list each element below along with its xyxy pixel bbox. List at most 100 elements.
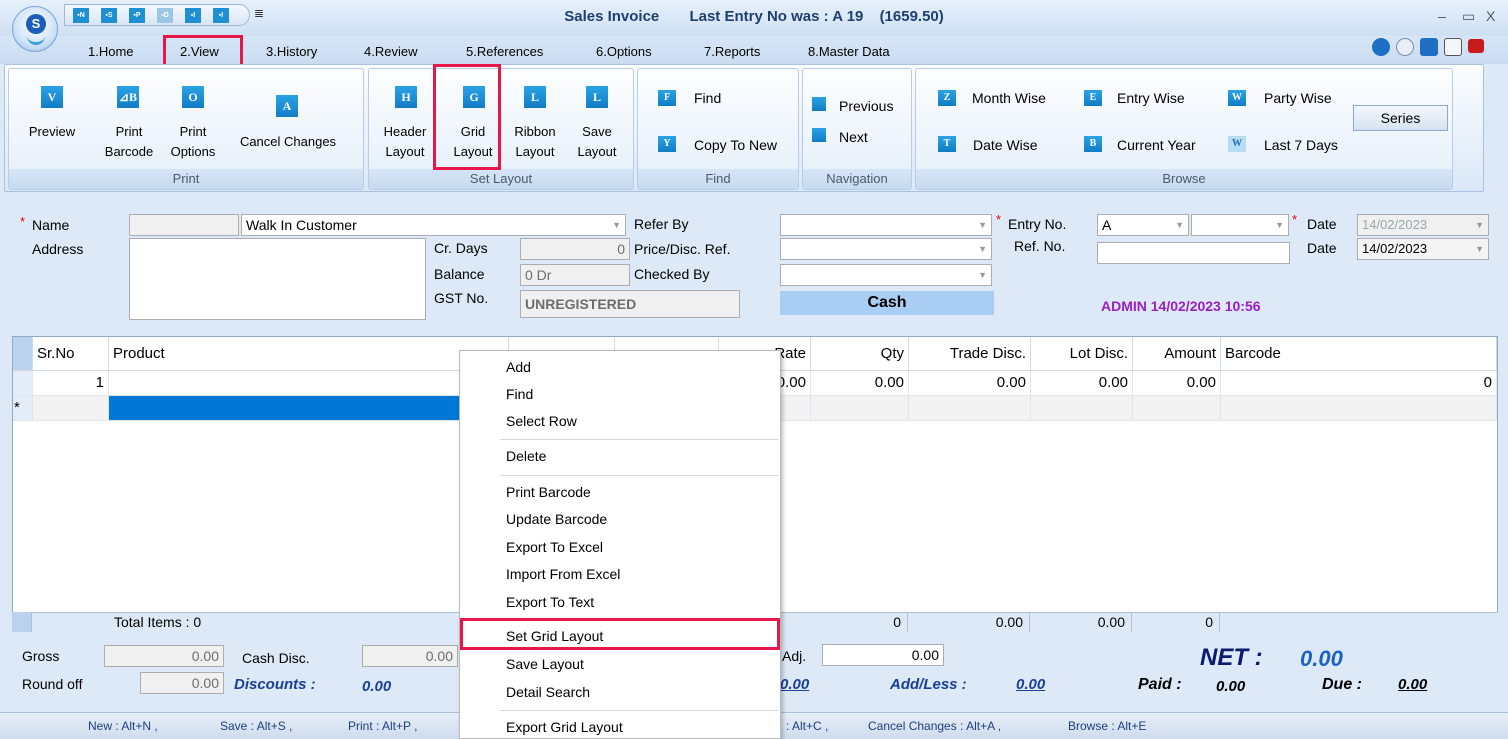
col-amount[interactable]: Amount: [1133, 337, 1221, 371]
dropdown-arrow-icon[interactable]: ▼: [1475, 241, 1484, 257]
col-trade-disc[interactable]: Trade Disc.: [909, 337, 1031, 371]
party-wise-button[interactable]: Party Wise: [1264, 90, 1332, 106]
entry-wise-icon[interactable]: E: [1084, 90, 1102, 106]
last-7-days-icon[interactable]: W: [1228, 136, 1246, 152]
save-layout-icon[interactable]: L: [586, 86, 608, 108]
minimize-button[interactable]: –: [1438, 8, 1446, 24]
menu-master-data[interactable]: 8.Master Data: [808, 44, 890, 59]
header-layout-icon[interactable]: H: [395, 86, 417, 108]
cancel-changes-button[interactable]: Cancel Changes: [232, 133, 344, 151]
ctx-update-barcode[interactable]: Update Barcode: [506, 511, 607, 527]
col-sr-no[interactable]: Sr.No: [33, 337, 109, 371]
new-cell-barcode[interactable]: [1221, 396, 1497, 421]
entry-wise-button[interactable]: Entry Wise: [1117, 90, 1185, 106]
entry-number-combo[interactable]: ▼: [1191, 214, 1289, 236]
print-options-icon[interactable]: O: [182, 86, 204, 108]
ctx-find[interactable]: Find: [506, 386, 533, 402]
help-icon[interactable]: [1372, 38, 1390, 56]
maximize-button[interactable]: ▭: [1462, 8, 1475, 25]
print-barcode-label1[interactable]: Print: [96, 123, 162, 141]
new-cell-sr-no[interactable]: [33, 396, 109, 421]
cash-disc-field[interactable]: 0.00: [362, 645, 458, 667]
ctx-save-layout[interactable]: Save Layout: [506, 656, 584, 672]
info-icon[interactable]: [1420, 38, 1438, 56]
print-barcode-label2[interactable]: Barcode: [96, 143, 162, 161]
date-wise-icon[interactable]: T: [938, 136, 956, 152]
refer-by-combo[interactable]: ▼: [780, 214, 992, 236]
cell-product[interactable]: [109, 371, 509, 396]
ctx-export-to-text[interactable]: Export To Text: [506, 594, 594, 610]
copy-to-new-button[interactable]: Copy To New: [694, 137, 777, 153]
ctx-print-barcode[interactable]: Print Barcode: [506, 484, 591, 500]
cell-barcode[interactable]: 0: [1221, 371, 1497, 396]
print-options-label1[interactable]: Print: [162, 123, 224, 141]
cell-amount[interactable]: 0.00: [1133, 371, 1221, 396]
ctx-export-grid-layout[interactable]: Export Grid Layout: [506, 719, 623, 735]
print-barcode-icon[interactable]: ⊿B: [117, 86, 139, 108]
previous-button[interactable]: Previous: [839, 98, 893, 114]
copy-to-new-icon[interactable]: Y: [658, 136, 676, 152]
find-icon[interactable]: F: [658, 90, 676, 106]
menu-history[interactable]: 3.History: [266, 44, 317, 59]
series-button[interactable]: Series: [1353, 105, 1448, 131]
last-7-days-button[interactable]: Last 7 Days: [1264, 137, 1338, 153]
date-wise-button[interactable]: Date Wise: [973, 137, 1038, 153]
current-year-button[interactable]: Current Year: [1117, 137, 1196, 153]
party-name-combo[interactable]: Walk In Customer ▼: [241, 214, 626, 236]
ribbon-layout-label2[interactable]: Layout: [505, 143, 565, 161]
new-cell-lot-disc[interactable]: [1031, 396, 1133, 421]
exit-icon[interactable]: [1468, 39, 1484, 53]
adj-field[interactable]: 0.00: [822, 644, 944, 666]
menu-home[interactable]: 1.Home: [88, 44, 134, 59]
ctx-export-to-excel[interactable]: Export To Excel: [506, 539, 603, 555]
next-icon[interactable]: [812, 128, 826, 142]
new-cell-amount[interactable]: [1133, 396, 1221, 421]
new-cell-product-selected[interactable]: [109, 396, 509, 421]
dropdown-arrow-icon[interactable]: ▼: [1275, 217, 1284, 233]
header-layout-label2[interactable]: Layout: [376, 143, 434, 161]
payment-mode-cash[interactable]: Cash: [780, 291, 994, 315]
ctx-import-from-excel[interactable]: Import From Excel: [506, 566, 620, 582]
save-layout-label2[interactable]: Layout: [568, 143, 626, 161]
cell-lot-disc[interactable]: 0.00: [1031, 371, 1133, 396]
entry-series-combo[interactable]: A ▼: [1097, 214, 1189, 236]
cr-days-field[interactable]: 0: [520, 238, 630, 260]
current-year-icon[interactable]: B: [1084, 136, 1102, 152]
header-layout-label1[interactable]: Header: [376, 123, 434, 141]
menu-reports[interactable]: 7.Reports: [704, 44, 760, 59]
save-layout-label1[interactable]: Save: [568, 123, 626, 141]
previous-icon[interactable]: [812, 97, 826, 111]
print-options-label2[interactable]: Options: [162, 143, 224, 161]
new-cell-qty[interactable]: [811, 396, 909, 421]
document-icon[interactable]: [1444, 38, 1462, 56]
close-button[interactable]: X: [1486, 8, 1495, 24]
chat-icon[interactable]: [1396, 38, 1414, 56]
dropdown-arrow-icon[interactable]: ▼: [1175, 217, 1184, 233]
app-logo[interactable]: S: [12, 6, 58, 52]
dropdown-arrow-icon[interactable]: ▼: [978, 267, 987, 283]
ribbon-layout-icon[interactable]: L: [524, 86, 546, 108]
price-disc-ref-combo[interactable]: ▼: [780, 238, 992, 260]
cancel-changes-icon[interactable]: A: [276, 95, 298, 117]
new-cell-trade-disc[interactable]: [909, 396, 1031, 421]
find-button[interactable]: Find: [694, 90, 721, 106]
menu-review[interactable]: 4.Review: [364, 44, 417, 59]
next-button[interactable]: Next: [839, 129, 868, 145]
menu-options[interactable]: 6.Options: [596, 44, 652, 59]
cell-trade-disc[interactable]: 0.00: [909, 371, 1031, 396]
row-selector[interactable]: [13, 371, 33, 396]
col-lot-disc[interactable]: Lot Disc.: [1031, 337, 1133, 371]
cell-qty[interactable]: 0.00: [811, 371, 909, 396]
menu-references[interactable]: 5.References: [466, 44, 543, 59]
party-wise-icon[interactable]: W: [1228, 90, 1246, 106]
cell-sr-no[interactable]: 1: [33, 371, 109, 396]
ctx-delete[interactable]: Delete: [506, 448, 546, 464]
preview-button[interactable]: Preview: [18, 123, 86, 141]
dropdown-arrow-icon[interactable]: ▼: [612, 217, 621, 233]
ribbon-layout-label1[interactable]: Ribbon: [505, 123, 565, 141]
ctx-select-row[interactable]: Select Row: [506, 413, 577, 429]
dropdown-arrow-icon[interactable]: ▼: [978, 217, 987, 233]
col-product[interactable]: Product: [109, 337, 509, 371]
party-code-field[interactable]: [129, 214, 239, 236]
month-wise-button[interactable]: Month Wise: [972, 90, 1046, 106]
